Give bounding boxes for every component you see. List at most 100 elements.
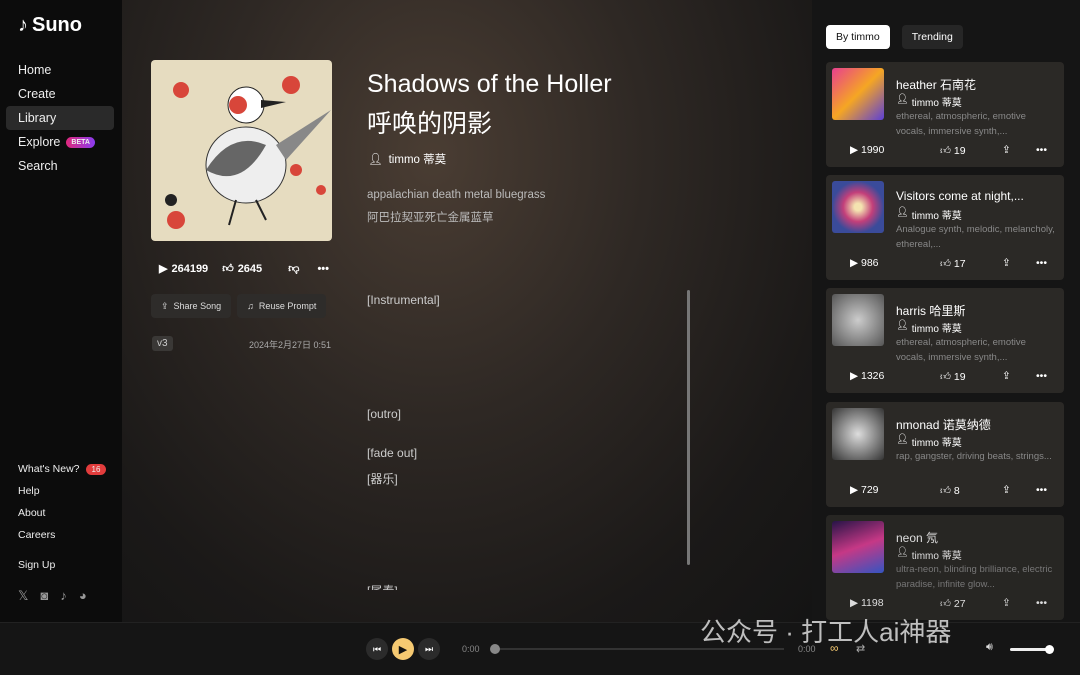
song-card[interactable]: heather 石南花 👤︎ timmo 蒂莫 ethereal, atmosph… xyxy=(826,62,1064,167)
song-card[interactable]: Visitors come at night,... 👤︎ timmo 蒂莫 An… xyxy=(826,175,1064,280)
beta-badge: BETA xyxy=(66,136,95,148)
song-card-title[interactable]: harris 哈里斯 xyxy=(896,302,965,319)
play-icon: ▶ xyxy=(850,370,861,382)
like-button[interactable]: 👍︎ 27 xyxy=(940,597,966,610)
user-icon: 👤︎ xyxy=(896,547,909,558)
tab-by-timmo[interactable]: By timmo xyxy=(826,25,890,49)
song-card-author[interactable]: 👤︎ timmo 蒂莫 xyxy=(896,207,962,222)
song-card-tags: ethereal, atmospheric, emotive vocals, i… xyxy=(896,337,1026,363)
play-count[interactable]: ▶ 1326 xyxy=(850,370,884,382)
song-thumbnail[interactable] xyxy=(832,521,884,573)
sign-up-link[interactable]: Sign Up xyxy=(18,554,106,576)
thumbs-down-icon: 👎︎ xyxy=(288,263,300,275)
like-button[interactable]: 👍︎ 19 xyxy=(940,370,966,383)
volume-handle[interactable] xyxy=(1045,645,1054,654)
more-icon[interactable]: ••• xyxy=(1036,370,1047,382)
song-card-tags: ethereal, atmospheric, emotive vocals, i… xyxy=(896,111,1026,137)
song-card-author[interactable]: 👤︎ timmo 蒂莫 xyxy=(896,320,962,335)
song-card[interactable]: nmonad 诺莫纳德 👤︎ timmo 蒂莫 rap, gangster, dr… xyxy=(826,402,1064,507)
song-thumbnail[interactable] xyxy=(832,294,884,346)
nav-library[interactable]: Library xyxy=(6,106,114,130)
careers-link[interactable]: Careers xyxy=(18,524,106,546)
user-icon: 👤︎ xyxy=(896,320,909,331)
more-icon[interactable]: ••• xyxy=(1036,257,1047,269)
play-count[interactable]: ▶ 1198 xyxy=(850,597,884,609)
whats-new-link[interactable]: What's New? 16 xyxy=(18,458,107,480)
user-icon: 👤︎ xyxy=(368,154,383,166)
lyrics-scrollbar[interactable] xyxy=(687,290,690,565)
user-icon: 👤︎ xyxy=(896,207,909,218)
progress-handle[interactable] xyxy=(490,644,500,654)
share-icon[interactable]: ⇪ xyxy=(1002,484,1011,496)
song-card-tags: ultra-neon, blinding brilliance, electri… xyxy=(896,564,1053,590)
thumbs-up-icon: 👍︎ xyxy=(940,370,954,383)
song-card-author[interactable]: 👤︎ timmo 蒂莫 xyxy=(896,94,962,109)
suno-logo[interactable]: ♪ Suno xyxy=(18,14,82,37)
song-list-panel: By timmo Trending heather 石南花 👤︎ timmo 蒂莫… xyxy=(812,0,1080,622)
play-icon: ▶ xyxy=(850,144,861,156)
more-button[interactable]: ••• xyxy=(317,263,329,275)
skip-back-icon: ⏮ xyxy=(372,643,382,654)
whats-new-count: 16 xyxy=(85,463,107,475)
volume-slider[interactable] xyxy=(1010,645,1054,654)
nav-explore[interactable]: Explore BETA xyxy=(6,130,114,154)
like-button[interactable]: 👍︎ 19 xyxy=(940,144,966,157)
previous-button[interactable]: ⏮ xyxy=(366,638,388,660)
play-count[interactable]: ▶ 729 xyxy=(850,484,879,496)
song-card-title[interactable]: Visitors come at night,... xyxy=(896,189,1024,203)
song-card-author[interactable]: 👤︎ timmo 蒂莫 xyxy=(896,547,962,562)
song-card-author[interactable]: 👤︎ timmo 蒂莫 xyxy=(896,434,962,449)
play-count[interactable]: ▶ 264199 xyxy=(159,262,208,276)
song-card[interactable]: neon 氖 👤︎ timmo 蒂莫 ultra-neon, blinding b… xyxy=(826,515,1064,620)
song-thumbnail[interactable] xyxy=(832,408,884,460)
version-badge: v3 xyxy=(152,336,173,351)
main-nav: Home Create Library Explore BETA Search xyxy=(6,58,114,178)
share-song-button[interactable]: ⇪ Share Song xyxy=(151,294,232,318)
tiktok-icon[interactable]: ♪ xyxy=(60,588,67,604)
play-button[interactable]: ▶ xyxy=(392,638,414,660)
like-button[interactable]: 👍︎ 2645 xyxy=(222,262,262,276)
nav-search[interactable]: Search xyxy=(6,154,114,178)
more-icon[interactable]: ••• xyxy=(1036,597,1047,609)
share-icon[interactable]: ⇪ xyxy=(1002,144,1011,156)
song-card-title[interactable]: heather 石南花 xyxy=(896,76,976,93)
share-icon[interactable]: ⇪ xyxy=(1002,257,1011,269)
volume-icon[interactable]: 🔊︎ xyxy=(986,641,993,654)
like-button[interactable]: 👍︎ 8 xyxy=(940,484,960,497)
song-thumbnail[interactable] xyxy=(832,68,884,120)
x-icon[interactable]: 𝕏 xyxy=(18,588,28,604)
next-button[interactable]: ⏭ xyxy=(418,638,440,660)
song-card-title[interactable]: neon 氖 xyxy=(896,529,938,546)
play-icon: ▶ xyxy=(850,484,861,496)
like-button[interactable]: 👍︎ 17 xyxy=(940,257,966,270)
user-icon: 👤︎ xyxy=(896,434,909,445)
song-style: appalachian death metal bluegrass 阿巴拉契亚死亡… xyxy=(367,189,546,224)
more-icon[interactable]: ••• xyxy=(1036,144,1047,156)
play-icon: ▶ xyxy=(159,263,168,275)
song-author[interactable]: 👤︎ timmo 蒂莫 xyxy=(368,151,446,167)
about-link[interactable]: About xyxy=(18,502,106,524)
dislike-button[interactable]: 👎︎ xyxy=(288,262,299,275)
user-icon: 👤︎ xyxy=(896,94,909,105)
play-icon: ▶ xyxy=(850,257,861,269)
play-icon: ▶ xyxy=(398,643,408,656)
instagram-icon[interactable]: ◙ xyxy=(40,588,48,604)
song-card-title[interactable]: nmonad 诺莫纳德 xyxy=(896,416,991,433)
nav-home[interactable]: Home xyxy=(6,58,114,82)
song-title: Shadows of the Holler 呼唤的阴影 xyxy=(367,70,612,138)
share-icon[interactable]: ⇪ xyxy=(1002,597,1011,609)
play-count[interactable]: ▶ 986 xyxy=(850,257,879,269)
tab-trending[interactable]: Trending xyxy=(901,25,963,49)
song-card[interactable]: harris 哈里斯 👤︎ timmo 蒂莫 ethereal, atmosphe… xyxy=(826,288,1064,393)
song-thumbnail[interactable] xyxy=(832,181,884,233)
thumbs-up-icon: 👍︎ xyxy=(222,263,234,275)
share-icon[interactable]: ⇪ xyxy=(1002,370,1011,382)
help-link[interactable]: Help xyxy=(18,480,106,502)
reuse-prompt-button[interactable]: ♫ Reuse Prompt xyxy=(237,294,327,318)
album-art xyxy=(151,60,332,241)
play-count[interactable]: ▶ 1990 xyxy=(850,144,884,156)
discord-icon[interactable]: ◕ xyxy=(79,588,87,604)
skip-forward-icon: ⏭ xyxy=(424,643,434,654)
more-icon[interactable]: ••• xyxy=(1036,484,1047,496)
nav-create[interactable]: Create xyxy=(6,82,114,106)
